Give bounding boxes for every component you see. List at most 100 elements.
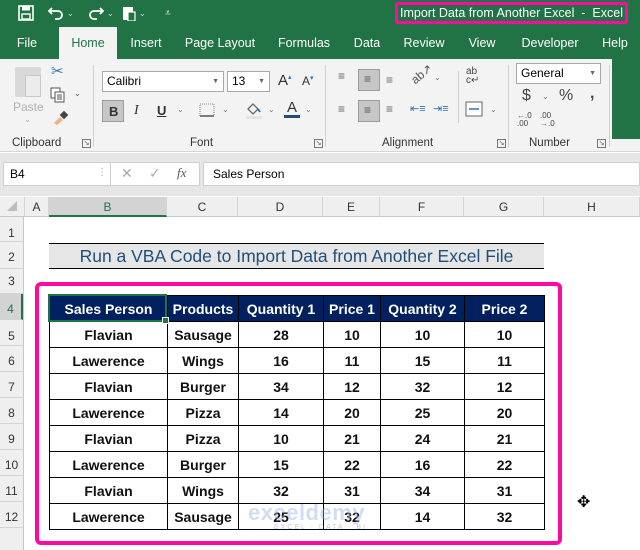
row-header-1[interactable]: 1 <box>0 217 23 242</box>
fill-color-dropdown-icon[interactable]: ⌄ <box>268 105 275 114</box>
orientation-dropdown-icon[interactable]: ⌄ <box>434 73 441 82</box>
wrap-text-icon[interactable]: ab c↵ <box>466 67 479 86</box>
middle-align-button[interactable]: ≡ <box>358 69 380 91</box>
tab-insert[interactable]: Insert <box>124 27 168 59</box>
table-cell[interactable]: 11 <box>323 347 381 374</box>
italic-button[interactable]: I <box>134 103 139 119</box>
table-cell[interactable]: Lawerence <box>49 347 168 374</box>
row-header-11[interactable]: 11 <box>0 476 23 502</box>
customize-qat-icon[interactable]: ⩡ <box>165 3 171 23</box>
tab-review[interactable]: Review <box>398 27 450 59</box>
currency-icon[interactable]: $ <box>522 87 531 105</box>
merge-dropdown-icon[interactable]: ⌄ <box>490 105 497 114</box>
insert-function-icon[interactable]: fx <box>177 165 186 181</box>
table-cell[interactable]: 21 <box>464 425 545 452</box>
table-cell[interactable]: 12 <box>323 373 381 400</box>
table-cell[interactable]: Burger <box>167 373 239 400</box>
borders-dropdown-icon[interactable]: ⌄ <box>222 105 229 114</box>
increase-indent-icon[interactable]: ⇥≡ <box>433 102 449 115</box>
font-color-icon[interactable]: A <box>284 100 300 118</box>
enter-icon[interactable]: ✓ <box>149 165 161 182</box>
save-icon[interactable] <box>18 3 34 23</box>
table-cell[interactable]: 11 <box>464 347 545 374</box>
align-left-icon[interactable]: ≡ <box>338 102 345 116</box>
paste-button[interactable] <box>15 67 41 97</box>
cut-icon[interactable]: ✂ <box>51 62 64 80</box>
align-center-button[interactable]: ≡ <box>358 100 380 122</box>
header-quantity-1[interactable]: Quantity 1 <box>238 295 324 322</box>
increase-decimal-icon[interactable]: ←.0.00 <box>517 112 535 128</box>
column-header-a[interactable]: A <box>25 197 49 217</box>
table-cell[interactable]: Flavian <box>49 477 168 504</box>
paste-label[interactable]: Paste <box>13 100 44 114</box>
table-cell[interactable]: Flavian <box>49 321 168 348</box>
row-header-10[interactable]: 10 <box>0 450 23 476</box>
column-header-c[interactable]: C <box>167 197 238 217</box>
align-right-icon[interactable]: ≡ <box>386 102 393 116</box>
column-header-h[interactable]: H <box>544 197 640 217</box>
header-quantity-2[interactable]: Quantity 2 <box>380 295 465 322</box>
tab-formulas[interactable]: Formulas <box>272 27 336 59</box>
header-sales-person[interactable]: Sales Person <box>49 295 168 322</box>
table-cell[interactable]: 28 <box>238 321 324 348</box>
undo-dropdown-icon[interactable]: ⌄ <box>67 9 74 18</box>
column-header-b[interactable]: B <box>49 197 167 217</box>
tab-home[interactable]: Home <box>59 27 117 59</box>
paste-dropdown-icon[interactable]: ⌄ <box>24 115 31 124</box>
tab-view[interactable]: View <box>462 27 502 59</box>
decrease-indent-icon[interactable]: ⇤≡ <box>410 102 426 115</box>
table-cell[interactable]: 24 <box>380 425 465 452</box>
underline-dropdown-icon[interactable]: ⌄ <box>177 105 184 114</box>
sheet-title-cell[interactable]: Run a VBA Code to Import Data from Anoth… <box>49 243 544 269</box>
fill-color-icon[interactable] <box>245 101 263 122</box>
clipboard-launcher-icon[interactable]: ↘ <box>82 139 91 148</box>
grip-icon[interactable]: ⋮ <box>97 167 107 178</box>
table-cell[interactable]: 10 <box>380 321 465 348</box>
table-cell[interactable]: 31 <box>464 477 545 504</box>
top-align-icon[interactable]: ≡ <box>338 69 345 83</box>
bottom-align-icon[interactable]: ≡ <box>386 73 393 87</box>
header-price-2[interactable]: Price 2 <box>464 295 545 322</box>
table-cell[interactable]: 34 <box>238 373 324 400</box>
table-cell[interactable]: 10 <box>238 425 324 452</box>
table-cell[interactable]: 34 <box>380 477 465 504</box>
grow-font-icon[interactable]: A▴ <box>278 72 292 89</box>
row-header-9[interactable]: 9 <box>0 424 23 450</box>
cancel-icon[interactable]: ✕ <box>121 165 133 182</box>
row-header-5[interactable]: 5 <box>0 320 23 346</box>
tab-file[interactable]: File <box>8 27 46 59</box>
comma-style-icon[interactable]: , <box>590 85 594 103</box>
column-header-e[interactable]: E <box>323 197 380 217</box>
header-products[interactable]: Products <box>167 295 239 322</box>
paste-icon[interactable]: ⌄ <box>122 3 146 23</box>
copy-dropdown-icon[interactable]: ⌄ <box>74 89 81 98</box>
row-header-8[interactable]: 8 <box>0 398 23 424</box>
table-cell[interactable]: Flavian <box>49 425 168 452</box>
currency-dropdown-icon[interactable]: ⌄ <box>542 92 549 101</box>
table-cell[interactable]: 12 <box>464 373 545 400</box>
table-cell[interactable]: Sausage <box>167 321 239 348</box>
table-cell[interactable]: 22 <box>323 451 381 478</box>
header-price-1[interactable]: Price 1 <box>323 295 381 322</box>
table-cell[interactable]: 14 <box>238 399 324 426</box>
decrease-decimal-icon[interactable]: .00 →.0 <box>540 112 558 128</box>
column-header-d[interactable]: D <box>238 197 323 217</box>
table-cell[interactable]: Sausage <box>167 503 239 530</box>
table-cell[interactable]: 16 <box>238 347 324 374</box>
font-size-dropdown[interactable]: 13 ▼ <box>227 71 270 92</box>
underline-button[interactable]: U <box>157 103 166 118</box>
undo-icon[interactable]: ⌄ <box>48 3 74 23</box>
borders-icon[interactable] <box>199 103 215 120</box>
number-launcher-icon[interactable]: ↘ <box>597 139 606 148</box>
row-header-12[interactable]: 12 <box>0 502 23 528</box>
table-cell[interactable]: Wings <box>167 347 239 374</box>
row-header-3[interactable]: 3 <box>0 269 23 294</box>
table-cell[interactable]: Pizza <box>167 425 239 452</box>
row-header-4[interactable]: 4 <box>0 294 23 320</box>
row-header-6[interactable]: 6 <box>0 346 23 372</box>
font-color-dropdown-icon[interactable]: ⌄ <box>305 105 312 114</box>
column-header-g[interactable]: G <box>464 197 544 217</box>
tab-page-layout[interactable]: Page Layout <box>180 27 260 59</box>
percent-icon[interactable]: % <box>559 87 573 105</box>
formula-input[interactable]: Sales Person <box>203 162 640 186</box>
